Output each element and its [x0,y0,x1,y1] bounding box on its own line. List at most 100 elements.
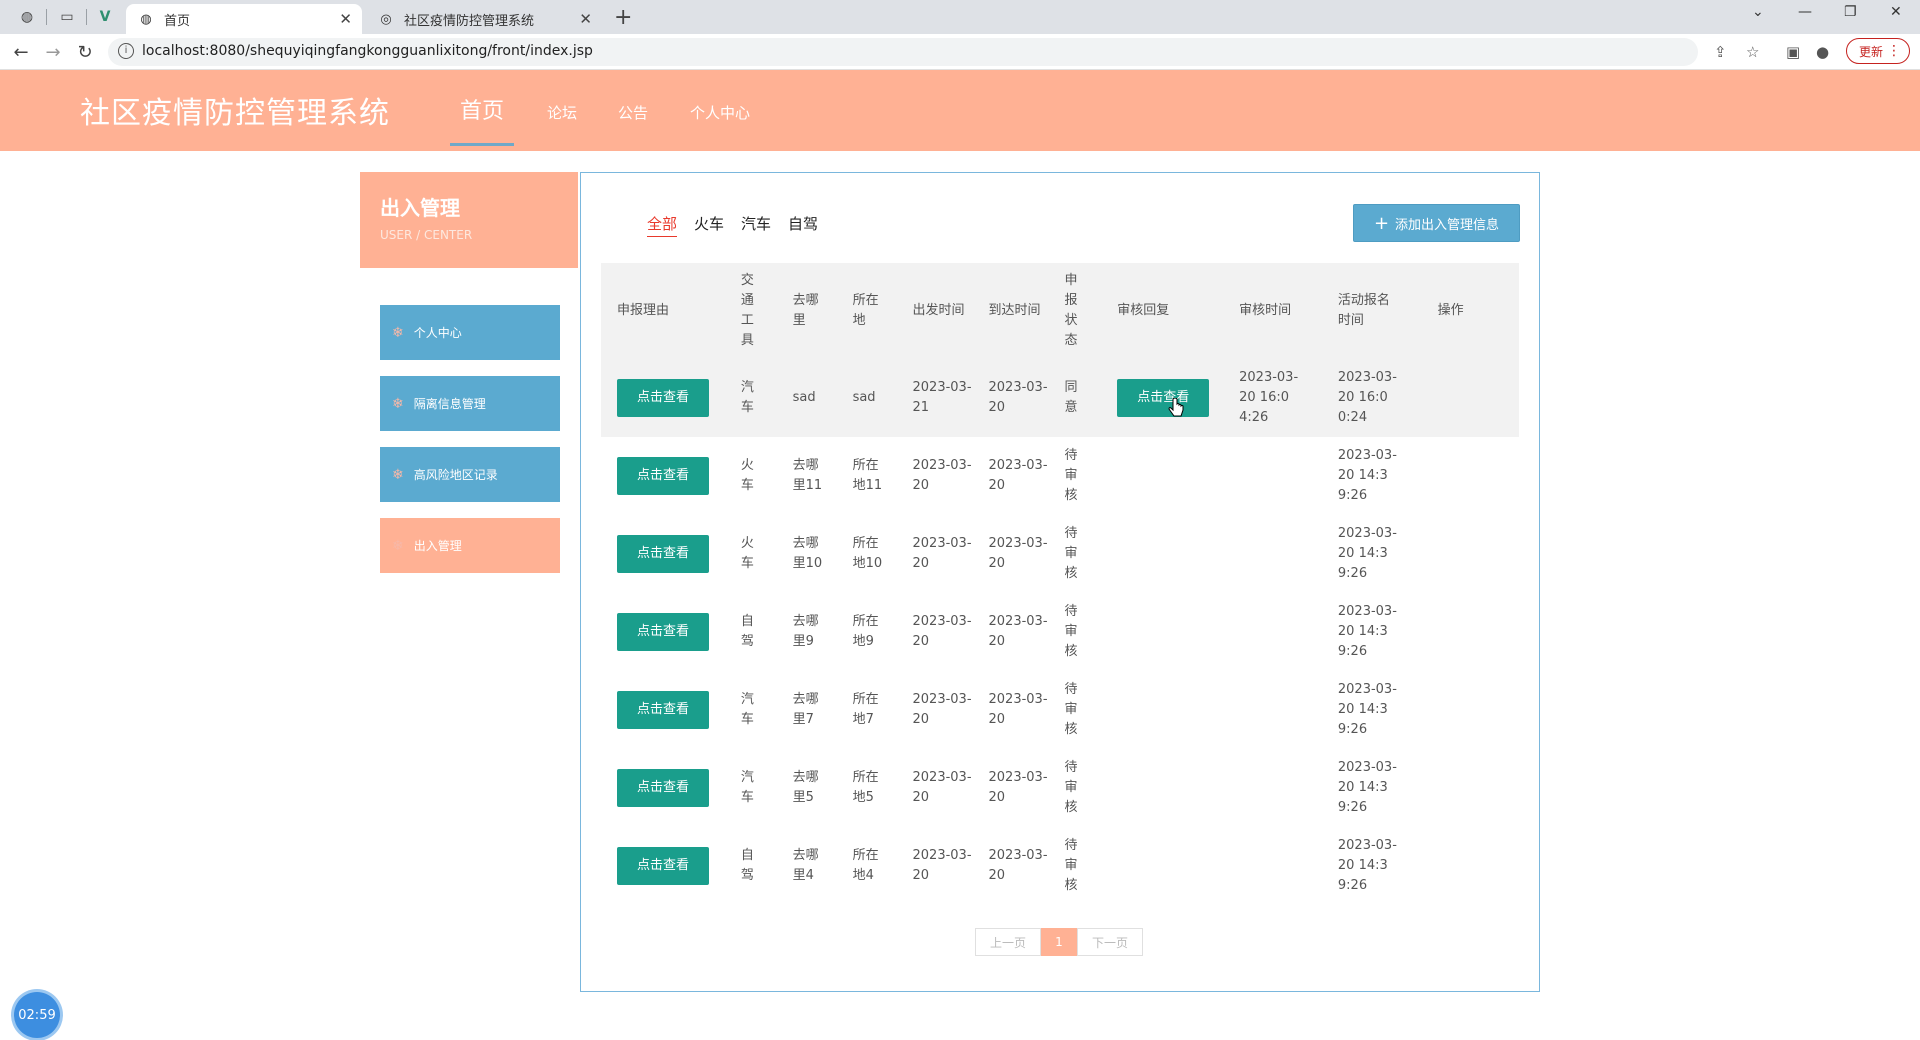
site-title: 社区疫情防控管理系统 [80,96,390,131]
close-icon[interactable]: ✕ [579,10,592,28]
filter-self-drive[interactable]: 自驾 [788,213,818,234]
vue-icon[interactable]: V [96,8,114,26]
view-reason-button[interactable]: 点击查看 [617,613,709,651]
cell-dep-text: 2023-03-20 [912,614,972,649]
header-arr: 到达时间 [973,263,1049,359]
cell-signup-time: 2023-03-20 14:39:26 [1322,593,1422,671]
cell-dest: 去哪里5 [777,749,837,827]
restore-icon[interactable]: ❐ [1844,4,1857,20]
new-tab-button[interactable]: + [614,5,632,30]
nav-home[interactable]: 首页 [460,93,504,125]
filter-bus[interactable]: 汽车 [741,213,771,234]
more-icon: ⋮ [1887,43,1901,59]
cell-review-time [1223,827,1322,905]
cell-arr: 2023-03-20 [973,827,1049,905]
sidebar-panel-icon[interactable]: ▣ [1786,43,1800,61]
url-text: localhost:8080/shequyiqingfangkongguanli… [142,43,593,59]
current-page[interactable]: 1 [1041,928,1077,956]
recording-timer[interactable]: 02:59 [14,992,60,1038]
cell-dest: sad [777,359,837,437]
cell-loc: 所在地9 [837,593,897,671]
cell-status: 待审核 [1049,827,1102,905]
cell-signup-time: 2023-03-20 16:00:24 [1322,359,1422,437]
filter-all[interactable]: 全部 [647,213,678,237]
prev-page-button[interactable]: 上一页 [975,928,1041,956]
cell-arr: 2023-03-20 [973,671,1049,749]
view-reason-button[interactable]: 点击查看 [617,769,709,807]
back-arrow-icon[interactable]: ← [10,41,32,63]
header-reply: 审核回复 [1117,303,1170,318]
view-reply-button[interactable]: 点击查看 [1117,379,1210,417]
snowflake-icon: ❄ [392,395,404,412]
cell-tool: 自驾 [725,827,777,905]
cell-operation [1422,359,1519,437]
info-icon[interactable]: i [118,43,134,59]
view-reason-button[interactable]: 点击查看 [617,457,709,495]
header-loc-text: 所在地 [852,293,879,328]
cell-dest: 去哪里7 [777,671,837,749]
cell-loc-text: 所在地11 [852,458,883,493]
header-signup-time: 活动报名时间 [1322,263,1422,359]
cell-arr-text: 2023-03-20 [988,536,1048,571]
update-label: 更新 [1859,44,1884,59]
cell-reason: 点击查看 [601,437,725,515]
update-button[interactable]: 更新 ⋮ [1846,38,1910,64]
sidebar-item-access[interactable]: ❄ 出入管理 [380,518,560,573]
cell-dest-text: 去哪里11 [792,458,823,493]
compass-icon: ◎ [380,11,392,27]
header-dest: 去哪里 [777,263,837,359]
tab-home[interactable]: ◍ 首页 ✕ [126,4,362,34]
chevron-down-icon[interactable]: ⌄ [1752,4,1764,20]
cell-arr-text: 2023-03-20 [988,692,1048,727]
share-icon[interactable]: ⇪ [1714,43,1727,61]
table-row: 点击查看 火车 去哪里11 所在地11 2023-03-20 2023-03-20 待审核 2… [601,437,1519,515]
sidebar-item-personal-center[interactable]: ❄ 个人中心 [380,305,560,360]
sidebar-item-quarantine[interactable]: ❄ 隔离信息管理 [380,376,560,431]
header-status-text: 申报状态 [1064,273,1078,348]
next-page-button[interactable]: 下一页 [1077,928,1143,956]
cell-reply [1101,827,1223,905]
add-record-button[interactable]: + 添加出入管理信息 [1353,204,1520,242]
cell-loc-text: 所在地9 [852,614,879,649]
star-icon[interactable]: ☆ [1746,43,1759,61]
header-signup-time-text: 活动报名时间 [1337,293,1390,328]
view-reason-button[interactable]: 点击查看 [617,535,709,573]
add-button-label: 添加出入管理信息 [1395,217,1500,233]
nav-forum[interactable]: 论坛 [547,102,577,123]
cell-reason: 点击查看 [601,515,725,593]
cell-loc: sad [837,359,897,437]
url-field[interactable]: i localhost:8080/shequyiqingfangkongguan… [108,38,1698,66]
blank-page-icon[interactable]: ▭ [58,8,76,26]
tab-system[interactable]: ◎ 社区疫情防控管理系统 ✕ [366,4,602,34]
profile-icon[interactable]: ● [1816,43,1829,61]
cell-tool-text: 火车 [740,536,754,571]
sidebar-item-high-risk[interactable]: ❄ 高风险地区记录 [380,447,560,502]
close-icon[interactable]: ✕ [339,10,352,28]
forward-arrow-icon[interactable]: → [42,41,64,63]
sidebar-subtitle: USER / CENTER [380,228,473,242]
minimize-icon[interactable]: — [1798,4,1812,20]
header-dep: 出发时间 [897,263,973,359]
filter-train[interactable]: 火车 [694,213,724,234]
nav-notice[interactable]: 公告 [618,102,648,123]
globe-icon[interactable]: ◍ [18,8,36,26]
tab-title: 社区疫情防控管理系统 [404,13,535,29]
cell-review-time [1223,515,1322,593]
view-reason-button[interactable]: 点击查看 [617,379,709,417]
cell-tool-text: 汽车 [740,692,754,727]
cell-status: 待审核 [1049,437,1102,515]
cell-dest-text: 去哪里5 [792,770,819,805]
view-reason-button[interactable]: 点击查看 [617,847,709,885]
nav-personal-center[interactable]: 个人中心 [690,102,750,123]
cell-tool-text: 自驾 [740,848,754,883]
window-close-icon[interactable]: ✕ [1890,4,1902,20]
sidebar-item-label: 隔离信息管理 [413,397,486,411]
cell-reason: 点击查看 [601,593,725,671]
cell-dep-text: 2023-03-20 [912,536,972,571]
view-reason-button[interactable]: 点击查看 [617,691,709,729]
cell-operation [1422,593,1519,671]
cell-dep: 2023-03-21 [897,359,973,437]
reload-icon[interactable]: ↻ [74,41,96,63]
cell-dep: 2023-03-20 [897,827,973,905]
cell-loc-text: 所在地5 [852,770,879,805]
